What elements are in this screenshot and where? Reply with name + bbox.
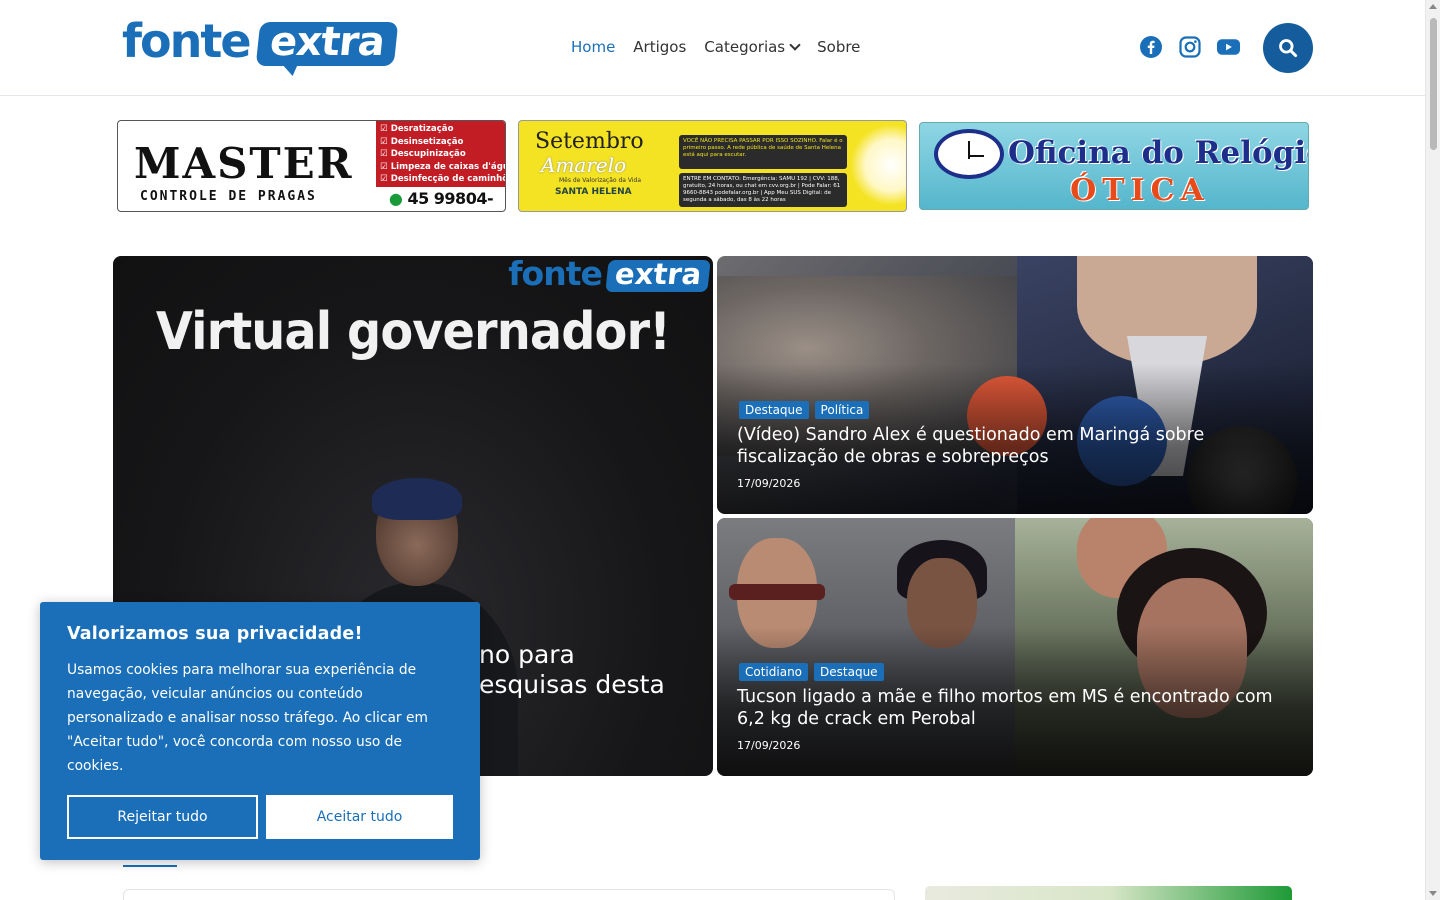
nav-artigos[interactable]: Artigos: [633, 38, 686, 56]
setembro-contact-box: ENTRE EM CONTATO: Emergência: SAMU 192 |…: [679, 173, 847, 207]
setembro-tagline: Mês de Valorização da Vida: [559, 177, 641, 184]
facebook-icon[interactable]: [1138, 34, 1163, 59]
scroll-down-icon[interactable]: [1429, 891, 1437, 896]
master-service: Desinsetização: [380, 136, 502, 149]
lightbulb-icon: [849, 125, 906, 205]
whatsapp-icon: ●: [388, 189, 403, 208]
section-title-underline: [123, 865, 177, 867]
page-scrollbar[interactable]: [1425, 0, 1440, 900]
article-tags: Destaque Política: [739, 401, 870, 419]
banner-master[interactable]: MASTER CONTROLE DE PRAGAS Desratização D…: [117, 120, 506, 212]
cookie-title: Valorizamos sua privacidade!: [67, 624, 363, 644]
hero-card-article[interactable]: Cotidiano Destaque Tucson ligado a mãe e…: [717, 518, 1313, 776]
logo-bubble: extra: [255, 19, 398, 66]
site-header: fonte extra Home Artigos Categorias Sobr…: [0, 0, 1425, 96]
master-services: Desratização Desinsetização Descupinizaç…: [376, 121, 505, 187]
banner-oficina-relogio[interactable]: Oficina do Relógio ÓTICA: [919, 122, 1309, 210]
sidebar-banner[interactable]: [925, 886, 1292, 900]
tag-politica[interactable]: Política: [814, 401, 870, 419]
nav-categorias[interactable]: Categorias: [704, 38, 801, 56]
master-brand-area: MASTER CONTROLE DE PRAGAS: [118, 121, 376, 211]
oficina-title: Oficina do Relógio: [1008, 135, 1309, 171]
master-phone: ● 45 99804-5557: [376, 189, 505, 211]
master-phone-number: 45 99804-5557: [407, 189, 494, 211]
instagram-icon[interactable]: [1177, 34, 1202, 59]
scroll-up-icon[interactable]: [1429, 4, 1437, 9]
master-service: Limpeza de caixas d'água: [380, 161, 505, 174]
hero-watermark: fonte extra: [508, 256, 711, 293]
main-nav: Home Artigos Categorias Sobre: [571, 38, 860, 56]
nav-sobre[interactable]: Sobre: [817, 38, 860, 56]
article-date: 17/09/2026: [737, 477, 801, 490]
master-brand: MASTER: [134, 139, 354, 188]
reject-all-button[interactable]: Rejeitar tudo: [67, 795, 258, 839]
amarelo-title: Amarelo: [541, 153, 627, 177]
article-title[interactable]: (Vídeo) Sandro Alex é questionado em Mar…: [737, 424, 1277, 468]
site-logo[interactable]: fonte extra: [122, 14, 398, 70]
content-card: [123, 889, 895, 900]
article-date: 17/09/2026: [737, 739, 801, 752]
cookie-text: Usamos cookies para melhorar sua experiê…: [67, 662, 428, 774]
watermark-word: fonte: [508, 256, 603, 293]
search-button[interactable]: [1263, 23, 1313, 73]
social-links: [1138, 34, 1241, 59]
logo-word: fonte: [122, 14, 252, 68]
clock-icon: [934, 129, 1004, 179]
youtube-icon[interactable]: [1216, 34, 1241, 59]
nav-categorias-label: Categorias: [704, 38, 786, 56]
article-tags: Cotidiano Destaque: [739, 663, 884, 681]
master-service: Desratização: [380, 123, 502, 136]
otica-title: ÓTICA: [1070, 173, 1210, 208]
scrollbar-thumb[interactable]: [1430, 18, 1437, 150]
article-title[interactable]: Tucson ligado a mãe e filho mortos em MS…: [737, 686, 1277, 730]
master-service: Desinfecção de caminhões: [380, 173, 505, 186]
hero-card-article[interactable]: Destaque Política (Vídeo) Sandro Alex é …: [717, 256, 1313, 514]
santa-helena-label: SANTA HELENA: [555, 187, 632, 197]
cookie-actions: Rejeitar tudo Aceitar tudo: [67, 795, 453, 839]
nav-home[interactable]: Home: [571, 38, 615, 56]
banner-setembro-amarelo[interactable]: Setembro Amarelo SANTA HELENA Mês de Val…: [518, 120, 907, 212]
accept-all-button[interactable]: Aceitar tudo: [266, 795, 453, 839]
tag-destaque[interactable]: Destaque: [814, 663, 884, 681]
search-icon: [1279, 39, 1298, 58]
tag-cotidiano[interactable]: Cotidiano: [739, 663, 809, 681]
cookie-consent-dialog: Valorizamos sua privacidade! Usamos cook…: [40, 602, 480, 860]
chevron-down-icon: [789, 39, 801, 51]
master-subtitle: CONTROLE DE PRAGAS: [140, 189, 317, 204]
tag-destaque[interactable]: Destaque: [739, 401, 809, 419]
setembro-message-box: VOCÊ NÃO PRECISA PASSAR POR ISSO SOZINHO…: [679, 135, 847, 169]
setembro-title: Setembro: [535, 129, 644, 154]
hero-image-headline: Virtual governador!: [155, 302, 671, 362]
master-service: Descupinização: [380, 148, 502, 161]
watermark-bubble: extra: [605, 257, 711, 292]
